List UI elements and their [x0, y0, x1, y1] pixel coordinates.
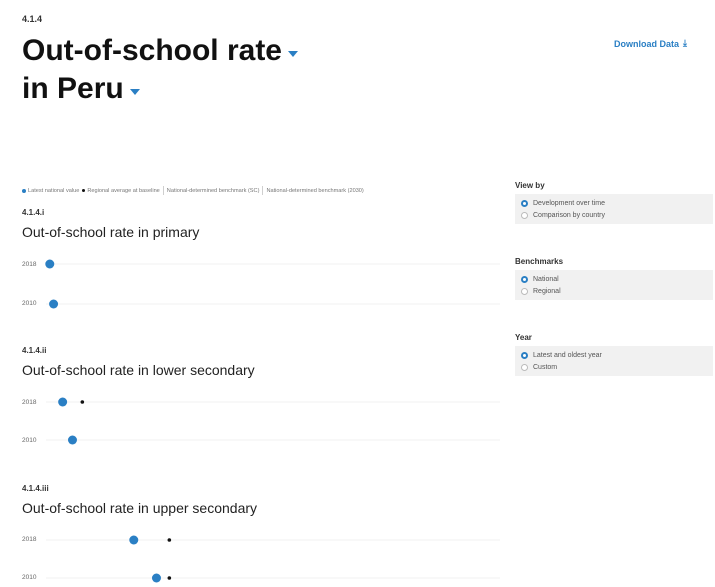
national-value-point [129, 535, 139, 545]
national-value-point [45, 259, 55, 269]
national-value-point [67, 435, 77, 445]
national-value-point [49, 299, 59, 309]
national-value-point [151, 573, 161, 583]
regional-average-point [167, 538, 172, 542]
regional-average-point [167, 576, 172, 580]
regional-average-point [80, 400, 85, 404]
national-value-point [58, 397, 68, 407]
dot-plot-charts [45, 259, 500, 583]
